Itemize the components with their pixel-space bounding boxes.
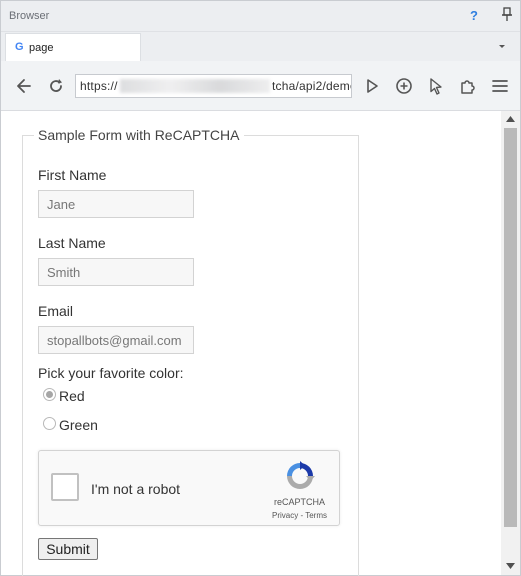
window-title: Browser [9,10,50,22]
pin-icon[interactable] [500,7,514,23]
reload-icon[interactable] [46,76,66,96]
title-bar: Browser ? [1,1,520,32]
radio-red[interactable] [43,388,56,401]
recaptcha-terms-link[interactable]: Terms [305,511,327,520]
submit-button[interactable]: Submit [38,538,98,560]
tab-strip: G page [1,32,520,61]
tab-label: page [29,42,54,54]
last-name-input[interactable] [38,258,194,286]
address-bar-scheme: https:// [80,79,118,93]
first-name-input[interactable] [38,190,194,218]
recaptcha-link-separator: - [300,511,304,520]
recaptcha-logo-icon [287,461,315,489]
cursor-pointer-icon[interactable] [426,76,446,96]
puzzle-extension-icon[interactable] [458,76,478,96]
back-arrow-icon[interactable] [14,76,34,96]
google-g-icon: G [15,41,24,53]
vertical-scrollbar[interactable] [501,111,520,575]
help-icon[interactable]: ? [470,8,478,23]
address-bar-redacted-segment [120,79,270,93]
scroll-down-arrow-icon[interactable] [506,563,515,569]
tab-page[interactable]: G page [5,33,141,61]
radio-red-label: Red [59,388,85,404]
browser-window: Browser ? G page https:// tcha/api2/demo [0,0,521,576]
recaptcha-checkbox-label: I'm not a robot [91,481,181,497]
last-name-label: Last Name [38,235,106,251]
recaptcha-widget: I'm not a robot reCAPTCHA Privacy - Term… [38,450,340,526]
first-name-label: First Name [38,167,107,183]
tab-list-dropdown-icon[interactable] [496,40,508,52]
scroll-up-arrow-icon[interactable] [506,116,515,122]
recaptcha-brand: reCAPTCHA [274,497,326,507]
navigation-toolbar: https:// tcha/api2/demo [1,61,520,111]
scrollbar-thumb[interactable] [504,128,517,527]
email-label: Email [38,303,74,319]
form-legend: Sample Form with ReCAPTCHA [38,127,240,143]
radio-green-label: Green [59,417,98,433]
play-icon[interactable] [362,76,382,96]
color-question-label: Pick your favorite color: [38,365,184,381]
add-circle-icon[interactable] [394,76,414,96]
address-bar[interactable]: https:// tcha/api2/demo [75,74,352,98]
recaptcha-privacy-link[interactable]: Privacy [272,511,298,520]
address-bar-path: tcha/api2/demo [272,79,352,93]
radio-green[interactable] [43,417,56,430]
recaptcha-links: Privacy - Terms [272,511,327,520]
hamburger-menu-icon[interactable] [490,76,510,96]
email-input[interactable] [38,326,194,354]
recaptcha-checkbox[interactable] [51,473,79,501]
